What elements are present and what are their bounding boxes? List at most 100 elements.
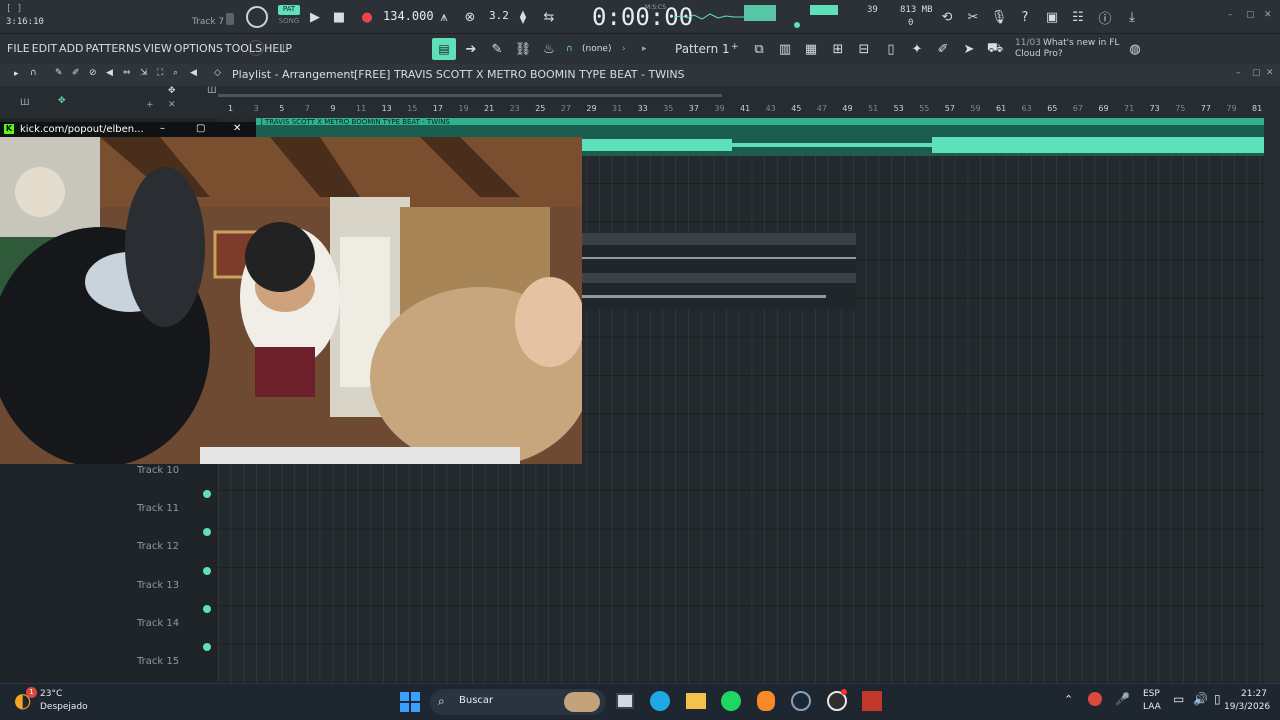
playlist-close-icon[interactable]: ✕ — [1266, 68, 1274, 78]
popout-titlebar[interactable]: K kick.com/popout/elben... – ▢ ✕ — [0, 122, 256, 137]
playback-tool-icon[interactable]: ◀ — [190, 68, 197, 78]
maximize-icon[interactable]: ▢ — [1246, 10, 1255, 20]
timeline-ruler[interactable]: Ш ✥ + ✕ ✥ Ш 1 3 5 7 9 11 13 15 17 19 21 23 25 27 29 31 3… — [0, 86, 1264, 118]
menu-add[interactable]: ADD — [59, 42, 83, 55]
piano-roll-icon[interactable]: ▥ — [774, 38, 796, 60]
track-13-led[interactable] — [203, 605, 211, 613]
wait-input-icon[interactable]: ⊗ — [459, 6, 481, 28]
song-mode-button[interactable]: SONG — [278, 17, 300, 27]
slice-tool-icon[interactable]: ⇲ — [140, 68, 148, 78]
taskbar-search-box[interactable]: ⌕ Buscar — [430, 689, 606, 715]
pattern-prev-icon[interactable]: ▸ — [642, 44, 647, 54]
zoom-tool-icon[interactable]: ⌕ — [173, 68, 178, 78]
weather-temp[interactable]: 23°C — [40, 689, 62, 699]
playlist-arrows-icon[interactable]: ◇ — [214, 68, 221, 78]
paint-brush-icon[interactable]: ✐ — [72, 68, 80, 78]
tray-app-icon[interactable] — [1088, 692, 1102, 706]
file-explorer-icon[interactable] — [686, 693, 706, 709]
add-pattern-icon[interactable]: + — [731, 42, 739, 52]
playlist-minimize-icon[interactable]: – — [1236, 68, 1241, 78]
menu-patterns[interactable]: PATTERNS — [86, 42, 142, 55]
snap-select[interactable]: (none) — [582, 44, 611, 54]
metronome-icon[interactable]: ⩚ — [433, 6, 455, 28]
track-label-10[interactable]: Track 10 — [137, 465, 179, 476]
windows-start-icon[interactable] — [400, 692, 420, 712]
menu-help[interactable]: HELP — [264, 42, 292, 55]
popout-minimize-icon[interactable]: – — [160, 123, 165, 134]
undo-icon[interactable]: ⟲ — [936, 6, 958, 28]
track-label-11[interactable]: Track 11 — [137, 503, 179, 514]
track-10-led[interactable] — [203, 490, 211, 498]
arrow-right-icon[interactable]: ➔ — [460, 38, 482, 60]
battery-icon[interactable]: ▯ — [1214, 692, 1221, 706]
track-label-15[interactable]: Track 15 — [137, 656, 179, 667]
webcam-video[interactable] — [0, 137, 582, 464]
magnet-snap-icon[interactable]: ∩ — [30, 68, 37, 78]
steam-icon[interactable] — [791, 691, 811, 711]
menu-edit[interactable]: EDIT — [32, 42, 57, 55]
globe-icon[interactable]: ◍ — [1124, 38, 1146, 60]
clock-date[interactable]: 19/3/2026 — [1224, 702, 1270, 712]
mute-tool-icon[interactable]: ◀ — [106, 68, 113, 78]
track-label-13[interactable]: Track 13 — [137, 580, 179, 591]
mixer-icon[interactable]: ☷ — [1067, 6, 1089, 28]
pitch-knob[interactable] — [248, 40, 264, 56]
track-12-led[interactable] — [203, 567, 211, 575]
send-icon[interactable]: ➤ — [958, 38, 980, 60]
playlist-maximize-icon[interactable]: ▢ — [1252, 68, 1261, 78]
cart-icon[interactable]: ⛟ — [984, 38, 1006, 60]
project-name[interactable]: [FREE] TRAVIS SCOTT X METRO BOOMIN TYPE … — [354, 68, 685, 81]
tray-chevron-icon[interactable]: ⌃ — [1064, 693, 1073, 706]
audio-clip-secondary[interactable] — [582, 233, 856, 309]
task-view-icon[interactable] — [616, 693, 634, 709]
spotify-icon[interactable] — [721, 691, 741, 711]
slip-tool-icon[interactable]: ⇔ — [123, 68, 131, 78]
download-icon[interactable]: ⤓ — [1121, 6, 1143, 28]
save-icon[interactable]: ▣ — [1041, 6, 1063, 28]
tray-mic-icon[interactable]: 🎤 — [1115, 692, 1130, 706]
mixer-view-icon[interactable]: ⊞ — [827, 38, 849, 60]
master-volume-knob[interactable] — [246, 6, 268, 28]
pin-icon[interactable]: ✦ — [906, 38, 928, 60]
tempo-display[interactable]: 134.000 — [383, 9, 434, 23]
news-text[interactable]: What's new in FL Cloud Pro? — [1015, 38, 1120, 60]
lock-icon[interactable] — [226, 13, 234, 25]
vertical-scrollbar[interactable] — [1264, 86, 1280, 683]
snap-chevron-icon[interactable]: › — [622, 44, 626, 54]
pat-mode-button[interactable]: PAT — [278, 5, 300, 15]
typing-keyboard-icon[interactable]: ⧫ — [512, 6, 534, 28]
step-display[interactable]: 3.2 — [489, 9, 509, 22]
microphone-icon[interactable]: 🎙 — [988, 6, 1010, 28]
menu-options[interactable]: OPTIONS — [174, 42, 223, 55]
record-icon[interactable]: ● — [356, 6, 378, 28]
pattern-select[interactable]: Pattern 1 — [675, 42, 730, 56]
link-icon[interactable]: ⛓ — [512, 38, 534, 60]
stamp-icon[interactable]: ♨ — [538, 38, 560, 60]
track-label-14[interactable]: Track 14 — [137, 618, 179, 629]
weather-desc[interactable]: Despejado — [40, 702, 88, 712]
winrar-icon[interactable] — [862, 691, 882, 711]
cut-tool-icon[interactable]: ✂ — [962, 6, 984, 28]
close-icon[interactable]: ✕ — [1264, 10, 1272, 20]
browser-icon[interactable]: ▦ — [800, 38, 822, 60]
stop-icon[interactable]: ■ — [328, 6, 350, 28]
delete-tool-icon[interactable]: ⊘ — [89, 68, 97, 78]
menu-file[interactable]: FILE — [7, 42, 30, 55]
input-language[interactable]: ESP — [1143, 689, 1160, 699]
plugin-picker-icon[interactable]: ⊟ — [853, 38, 875, 60]
blend-notes-icon[interactable]: ⇆ — [538, 6, 560, 28]
volume-icon[interactable]: 🔊 — [1193, 692, 1208, 706]
clock-time[interactable]: 21:27 — [1241, 689, 1267, 699]
playlist-view-icon[interactable]: ▤ — [432, 38, 456, 60]
magnet-icon[interactable]: ∩ — [566, 44, 573, 54]
play-icon[interactable]: ▶ — [304, 6, 326, 28]
track-11-led[interactable] — [203, 528, 211, 536]
channel-rack-icon[interactable]: ⧉ — [748, 38, 770, 60]
fl-studio-icon[interactable] — [757, 691, 775, 711]
help-icon[interactable]: ? — [1014, 6, 1036, 28]
network-icon[interactable]: ▭ — [1173, 692, 1184, 706]
info-icon[interactable]: ⓘ — [1094, 6, 1116, 28]
minimize-icon[interactable]: – — [1228, 10, 1233, 20]
popout-close-icon[interactable]: ✕ — [233, 123, 241, 134]
playlist-menu-arrow-icon[interactable]: ▸ — [14, 69, 19, 79]
